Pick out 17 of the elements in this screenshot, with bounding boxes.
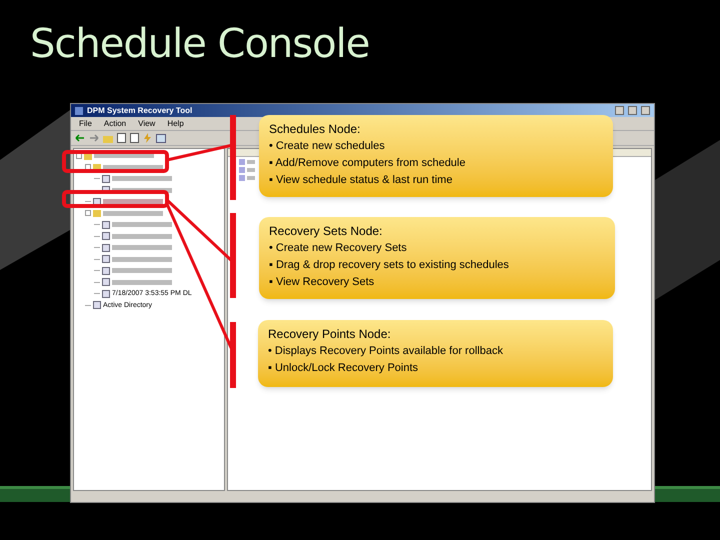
bullet-text: ▪ Drag & drop recovery sets to existing schedules [269,258,510,273]
bullet-text: ▪ Unlock/Lock Recovery Points [268,361,420,376]
menu-item[interactable]: View [138,118,156,128]
bullet-text: • Create new schedules [269,139,386,154]
menu-item[interactable]: Help [167,118,184,128]
slide-title: Schedule Console [30,20,370,69]
callout-title: Recovery Points Node: [268,326,392,343]
bullet-text: • Create new Recovery Sets [269,241,408,256]
menu-item[interactable]: Action [104,118,126,128]
menu-item[interactable]: File [79,118,92,128]
bullet-text: ▪ Add/Remove computers from schedule [269,156,466,171]
bullet-text: ▪ View schedule status & last run time [269,173,454,188]
callout-title: Recovery Sets Node: [269,223,384,240]
callout-title: Schedules Node: [269,121,362,138]
window-title: DPM System Recovery Tool [87,106,192,116]
bullet-text: • Displays Recovery Points available for rollback [268,344,504,359]
bullet-text: ▪ View Recovery Sets [269,275,376,290]
